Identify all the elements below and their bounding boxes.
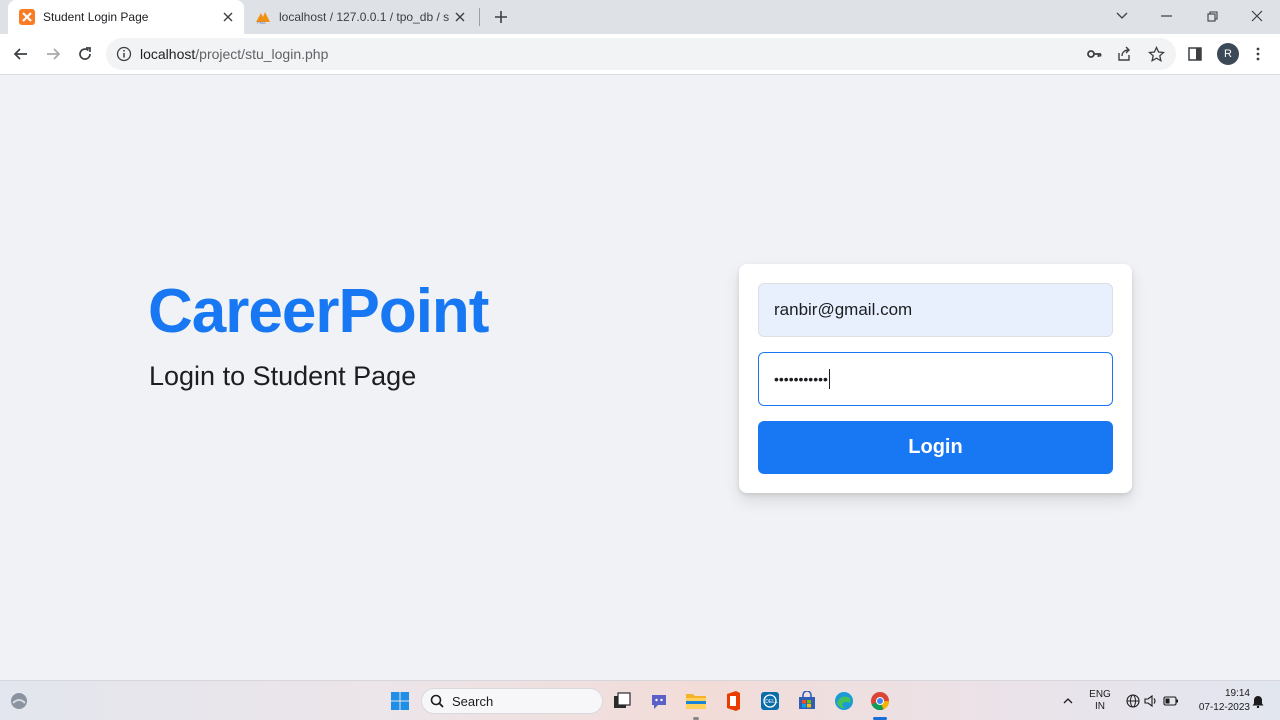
url-path: /project/stu_login.php — [195, 46, 329, 62]
minimize-icon — [1160, 15, 1172, 17]
language-code: ENG — [1089, 689, 1111, 700]
email-value: ranbir@gmail.com — [774, 300, 913, 319]
phpmyadmin-favicon-icon: PMA — [255, 9, 271, 25]
input-language-indicator[interactable]: ENG IN — [1088, 689, 1112, 713]
clock[interactable]: 19:14 07-12-2023 — [1186, 688, 1250, 714]
task-view-icon[interactable] — [610, 689, 634, 713]
bookmark-star-icon[interactable] — [1146, 44, 1166, 64]
new-tab-button[interactable] — [490, 6, 512, 28]
browser-toolbar: localhost/project/stu_login.php R — [0, 34, 1280, 75]
tab-student-login[interactable]: Student Login Page — [8, 0, 244, 34]
forward-button[interactable] — [39, 40, 67, 68]
login-button[interactable]: Login — [758, 421, 1113, 474]
text-caret — [828, 369, 830, 389]
teams-chat-icon[interactable] — [647, 689, 671, 713]
xampp-favicon-icon — [19, 9, 35, 25]
password-mask: ••••••••••• — [774, 371, 828, 387]
chevron-up-icon[interactable] — [1056, 689, 1080, 713]
arrow-left-icon — [13, 48, 27, 60]
windows-taskbar: Search DELL ENG IN 19:14 07-12-2023 — [0, 680, 1280, 720]
tab-close-icon[interactable] — [220, 9, 236, 25]
file-explorer-icon[interactable] — [684, 689, 708, 713]
tab-phpmyadmin[interactable]: PMA localhost / 127.0.0.1 / tpo_db / s — [252, 0, 476, 34]
reload-icon — [79, 47, 91, 60]
clock-time: 19:14 — [1224, 688, 1250, 699]
reload-button[interactable] — [71, 40, 99, 68]
url-text: localhost/project/stu_login.php — [140, 46, 328, 62]
close-window-button[interactable] — [1234, 0, 1280, 32]
restore-icon — [1206, 10, 1218, 22]
key-icon[interactable] — [1084, 44, 1104, 64]
svg-text:PMA: PMA — [257, 20, 266, 25]
brand-logo-text: CareerPoint — [148, 277, 489, 346]
taskbar-search[interactable]: Search — [421, 688, 603, 714]
profile-avatar[interactable]: R — [1217, 43, 1239, 65]
arrow-right-icon — [47, 48, 61, 60]
svg-text:DELL: DELL — [765, 699, 778, 705]
tab-title: Student Login Page — [43, 10, 149, 24]
tab-strip: Student Login Page PMA localhost / 127.0… — [0, 0, 1280, 34]
tab-separator — [479, 8, 480, 26]
weather-widget-icon[interactable] — [9, 691, 29, 711]
chevron-down-icon — [1116, 12, 1128, 19]
share-icon[interactable] — [1114, 44, 1134, 64]
clock-date: 07-12-2023 — [1198, 702, 1250, 713]
email-field[interactable]: ranbir@gmail.com — [758, 283, 1113, 337]
battery-icon[interactable] — [1159, 689, 1183, 713]
dell-app-icon[interactable]: DELL — [758, 689, 782, 713]
region-code: IN — [1095, 701, 1105, 712]
windows-start-icon[interactable] — [388, 689, 412, 713]
tab-title: localhost / 127.0.0.1 / tpo_db / s — [279, 10, 450, 24]
plus-icon — [495, 11, 507, 23]
restore-button[interactable] — [1189, 0, 1235, 32]
minimize-button[interactable] — [1143, 0, 1189, 32]
office-icon[interactable] — [721, 689, 745, 713]
edge-browser-icon[interactable] — [832, 689, 856, 713]
url-host: localhost — [140, 46, 196, 62]
notification-bell-icon[interactable] — [1246, 689, 1270, 713]
site-info-icon[interactable] — [116, 46, 132, 62]
page-content: CareerPoint Login to Student Page ranbir… — [0, 76, 1280, 680]
side-panel-icon[interactable] — [1185, 44, 1205, 64]
microsoft-store-icon[interactable] — [795, 689, 819, 713]
page-tagline: Login to Student Page — [149, 361, 417, 391]
tab-search-button[interactable] — [1099, 0, 1145, 32]
login-card: ranbir@gmail.com ••••••••••• Login — [739, 264, 1132, 493]
password-field[interactable]: ••••••••••• — [758, 352, 1113, 406]
close-icon — [1251, 10, 1263, 22]
search-placeholder: Search — [452, 693, 494, 709]
address-bar[interactable]: localhost/project/stu_login.php — [106, 38, 1176, 70]
menu-kebab-icon[interactable] — [1248, 44, 1268, 64]
chrome-browser-icon[interactable] — [868, 689, 892, 713]
back-button[interactable] — [7, 40, 35, 68]
search-icon — [430, 694, 444, 708]
tab-close-icon[interactable] — [452, 9, 468, 25]
